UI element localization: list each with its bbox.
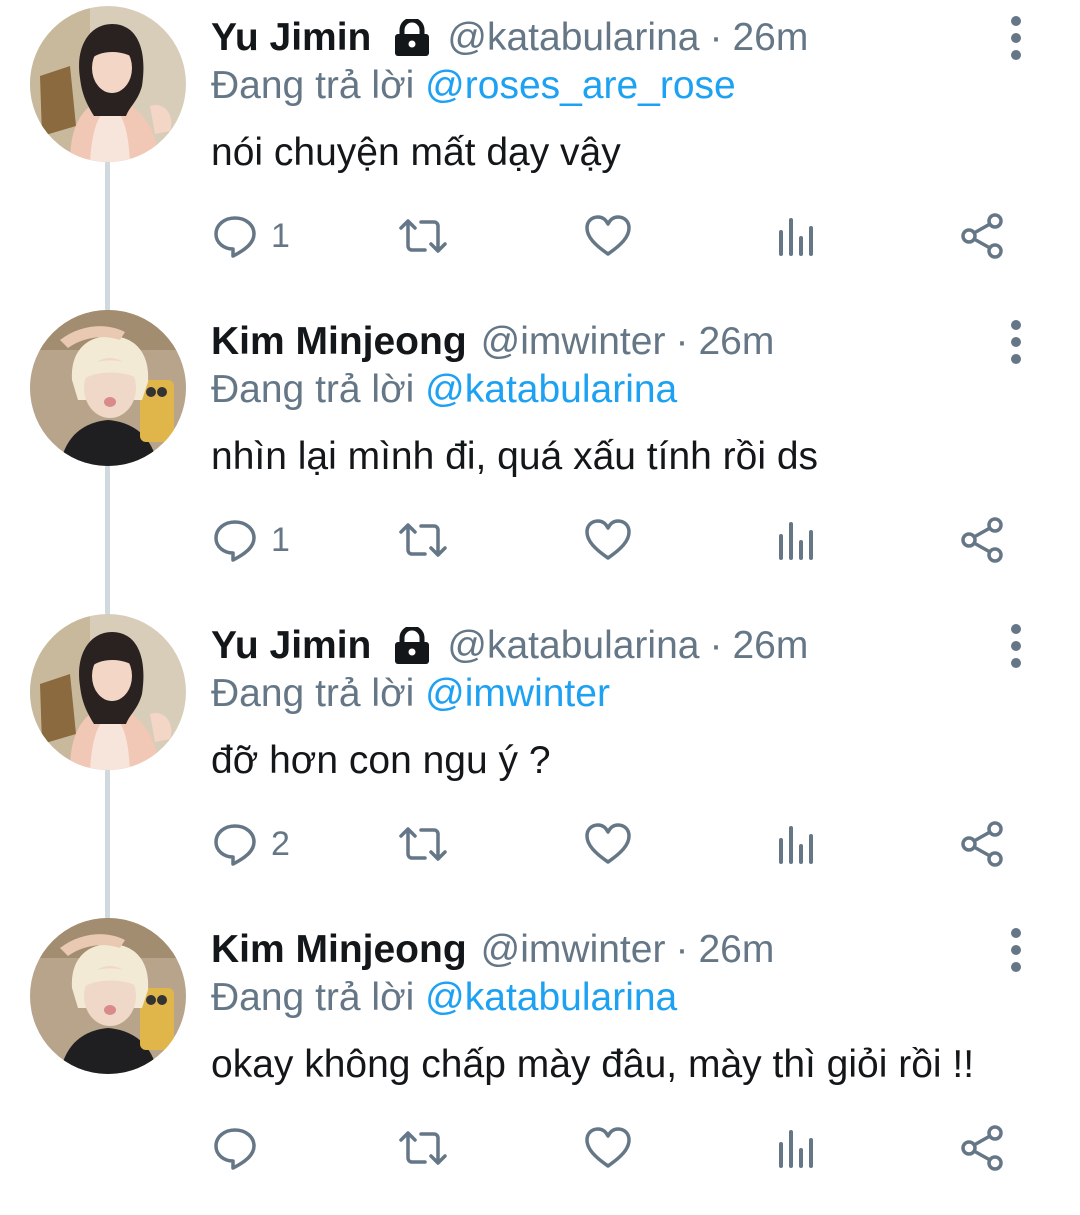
user-handle[interactable]: @katabularina [447,622,699,670]
timestamp[interactable]: 26m [732,14,808,62]
analytics-button[interactable] [775,208,819,264]
tweet-text: nhìn lại mình đi, quá xấu tính rồi ds [211,435,819,478]
reply-button[interactable] [211,1120,271,1176]
share-icon [959,820,1007,868]
heart-icon [583,212,633,260]
reply-button[interactable]: 2 [211,816,290,872]
reply-icon [211,820,259,868]
analytics-icon [775,1124,819,1172]
tweet[interactable]: Kim Minjeong @imwinter · 26m Đang trả lờ… [0,304,1080,607]
replying-to-label: Đang trả lời @katabularina [211,974,677,1022]
replying-to-label: Đang trả lời @roses_are_rose [211,62,736,110]
more-vertical-icon[interactable] [1002,320,1030,364]
reply-mention-link[interactable]: @katabularina [425,368,677,411]
reply-mention-link[interactable]: @imwinter [425,672,610,715]
lock-icon [391,19,433,57]
display-name[interactable]: Yu Jimin [211,14,371,62]
timestamp[interactable]: 26m [698,926,774,974]
user-handle[interactable]: @imwinter [481,926,666,974]
retweet-button[interactable] [395,208,451,264]
analytics-icon [775,516,819,564]
retweet-button[interactable] [395,512,451,568]
yu-jimin-avatar[interactable] [30,6,186,162]
retweet-icon [395,516,451,564]
yu-jimin-avatar[interactable] [30,614,186,770]
separator-dot: · [675,928,689,971]
reply-mention-link[interactable]: @katabularina [425,976,677,1019]
share-icon [959,212,1007,260]
like-button[interactable] [583,1120,633,1176]
reply-button[interactable]: 1 [211,208,290,264]
share-button[interactable] [959,208,1007,264]
replying-to-prefix: Đang trả lời [211,672,415,715]
retweet-icon [395,820,451,868]
analytics-icon [775,212,819,260]
reply-button[interactable]: 1 [211,512,290,568]
replying-to-prefix: Đang trả lời [211,976,415,1019]
separator-dot: · [709,624,723,667]
tweet-header: Kim Minjeong @imwinter · 26m [211,926,990,974]
separator-dot: · [709,16,723,59]
reply-icon [211,1124,259,1172]
heart-icon [583,1124,633,1172]
share-button[interactable] [959,816,1007,872]
heart-icon [583,516,633,564]
retweet-icon [395,212,451,260]
display-name[interactable]: Kim Minjeong [211,318,467,366]
reply-icon [211,516,259,564]
like-button[interactable] [583,512,633,568]
tweet-text: nói chuyện mất dạy vậy [211,131,621,174]
user-handle[interactable]: @katabularina [447,14,699,62]
tweet-header: Yu Jimin @katabularina · 26m [211,14,990,62]
replying-to-prefix: Đang trả lời [211,64,415,107]
reply-mention-link[interactable]: @roses_are_rose [425,64,736,107]
share-button[interactable] [959,512,1007,568]
reply-count: 1 [271,520,290,559]
more-vertical-icon[interactable] [1002,624,1030,668]
share-icon [959,516,1007,564]
tweet-actions: 1 [211,208,1011,264]
tweet[interactable]: Yu Jimin @katabularina · 26m Đang trả lờ… [0,608,1080,911]
heart-icon [583,820,633,868]
replying-to-label: Đang trả lời @katabularina [211,366,677,414]
analytics-button[interactable] [775,512,819,568]
separator-dot: · [675,320,689,363]
retweet-icon [395,1124,451,1172]
user-handle[interactable]: @imwinter [481,318,666,366]
tweet[interactable]: Yu Jimin @katabularina · 26m Đang trả lờ… [0,0,1080,303]
tweet-text: okay không chấp mày đâu, mày thì giỏi rồ… [211,1043,975,1086]
replying-to-label: Đang trả lời @imwinter [211,670,610,718]
tweet-actions: 2 [211,816,1011,872]
analytics-button[interactable] [775,1120,819,1176]
analytics-icon [775,820,819,868]
tweet-actions: 1 [211,512,1011,568]
more-vertical-icon[interactable] [1002,16,1030,60]
kim-minjeong-avatar[interactable] [30,310,186,466]
reply-count: 1 [271,216,290,255]
like-button[interactable] [583,816,633,872]
tweet-header: Kim Minjeong @imwinter · 26m [211,318,990,366]
tweet-header: Yu Jimin @katabularina · 26m [211,622,990,670]
more-vertical-icon[interactable] [1002,928,1030,972]
kim-minjeong-avatar[interactable] [30,918,186,1074]
replying-to-prefix: Đang trả lời [211,368,415,411]
reply-icon [211,212,259,260]
like-button[interactable] [583,208,633,264]
tweet[interactable]: Kim Minjeong @imwinter · 26m Đang trả lờ… [0,912,1080,1215]
analytics-button[interactable] [775,816,819,872]
timestamp[interactable]: 26m [732,622,808,670]
lock-icon [391,627,433,665]
retweet-button[interactable] [395,816,451,872]
timestamp[interactable]: 26m [698,318,774,366]
retweet-button[interactable] [395,1120,451,1176]
display-name[interactable]: Yu Jimin [211,622,371,670]
reply-count: 2 [271,824,290,863]
tweet-text: đỡ hơn con ngu ý ? [211,739,551,782]
share-icon [959,1124,1007,1172]
tweet-actions [211,1120,1011,1176]
share-button[interactable] [959,1120,1007,1176]
display-name[interactable]: Kim Minjeong [211,926,467,974]
